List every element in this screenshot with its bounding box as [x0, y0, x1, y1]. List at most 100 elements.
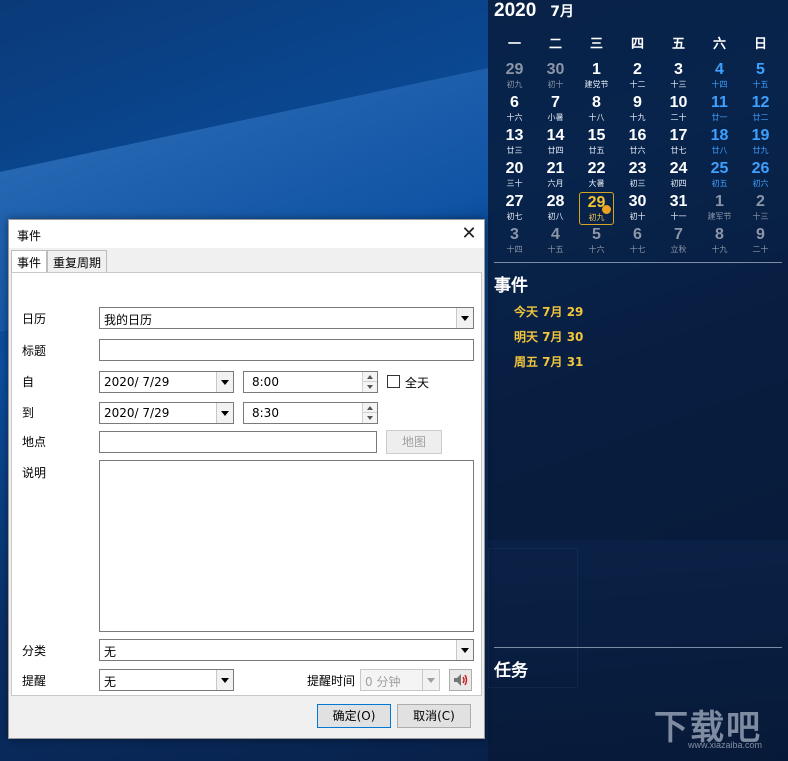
calendar-day[interactable]: 12 廿二 — [740, 93, 781, 126]
calendar-day[interactable]: 31 十一 — [658, 192, 699, 225]
day-number: 2 — [756, 193, 765, 210]
calendar-day[interactable]: 6 十六 — [494, 93, 535, 126]
calendar-day[interactable]: 9 十九 — [617, 93, 658, 126]
calendar-day[interactable]: 24 初四 — [658, 159, 699, 192]
calendar-day[interactable]: 13 廿三 — [494, 126, 535, 159]
day-number: 1 — [715, 193, 724, 210]
calendar-day[interactable]: 4 十四 — [699, 60, 740, 93]
calendar-day[interactable]: 8 十八 — [576, 93, 617, 126]
category-label: 分类 — [22, 644, 47, 658]
calendar-day[interactable]: 28 初八 — [535, 192, 576, 225]
chevron-down-icon[interactable] — [216, 372, 233, 392]
spinner-arrows[interactable] — [362, 372, 377, 392]
calendar-day[interactable]: 9 二十 — [740, 225, 781, 258]
weekday-header: 一二三四五六日 — [494, 33, 782, 52]
day-number: 3 — [674, 61, 683, 78]
calendar-day[interactable]: 21 六月 — [535, 159, 576, 192]
reminder-select[interactable]: 无 — [99, 669, 234, 691]
calendar-day[interactable]: 27 初七 — [494, 192, 535, 225]
lunar-date: 初四 — [670, 179, 687, 188]
lunar-date: 廿六 — [629, 146, 646, 155]
lunar-date: 初三 — [629, 179, 646, 188]
to-date-picker[interactable]: 2020/ 7/29 — [99, 402, 234, 424]
calendar-day[interactable]: 6 十七 — [617, 225, 658, 258]
calendar-day[interactable]: 22 大暑 — [576, 159, 617, 192]
calendar-day[interactable]: 7 立秋 — [658, 225, 699, 258]
calendar-day[interactable]: 15 廿五 — [576, 126, 617, 159]
tab-event[interactable]: 事件 — [11, 250, 48, 273]
close-icon[interactable]: ✕ — [454, 220, 484, 248]
watermark-url: www.xiazaiba.com — [688, 740, 763, 750]
from-time-spinner[interactable]: 8:00 — [243, 371, 378, 393]
calendar-day[interactable]: 4 十五 — [535, 225, 576, 258]
event-dialog: 事件 ✕ 事件 重复周期 日历 我的日历 标题 自 2020/ 7/29 8:0… — [8, 219, 485, 739]
category-select[interactable]: 无 — [99, 639, 474, 661]
divider — [494, 647, 782, 648]
weekday-label: 日 — [753, 37, 767, 52]
calendar-day[interactable]: 5 十五 — [740, 60, 781, 93]
chevron-down-icon[interactable] — [216, 403, 233, 423]
allday-checkbox[interactable] — [387, 375, 400, 388]
calendar-day[interactable]: 19 廿九 — [740, 126, 781, 159]
chevron-down-icon[interactable] — [216, 670, 233, 690]
calendar-day[interactable]: 5 十六 — [576, 225, 617, 258]
description-textarea[interactable] — [99, 460, 474, 632]
calendar-day[interactable]: 30 初十 — [617, 192, 658, 225]
calendar-year[interactable]: 2020 — [494, 0, 536, 22]
weekday-label: 二 — [548, 37, 562, 52]
calendar-day[interactable]: 10 二十 — [658, 93, 699, 126]
tab-recurrence[interactable]: 重复周期 — [47, 250, 108, 272]
calendar-day[interactable]: 16 廿六 — [617, 126, 658, 159]
calendar-day[interactable]: 1 建党节 — [576, 60, 617, 93]
to-label: 到 — [22, 406, 35, 420]
calendar-day[interactable]: 8 十九 — [699, 225, 740, 258]
calendar-day[interactable]: 23 初三 — [617, 159, 658, 192]
lunar-date: 十九 — [629, 113, 646, 122]
day-number: 19 — [751, 127, 770, 144]
map-button[interactable]: 地图 — [386, 430, 442, 454]
location-input[interactable] — [99, 431, 377, 453]
calendar-day[interactable]: 17 廿七 — [658, 126, 699, 159]
event-item-friday[interactable]: 周五 7月 31 — [514, 353, 583, 370]
calendar-day[interactable]: 26 初六 — [740, 159, 781, 192]
calendar-day-today[interactable]: 29 初九 — [579, 192, 614, 225]
calendar-month[interactable]: 7月 — [550, 1, 574, 21]
calendar-day[interactable]: 1 建军节 — [699, 192, 740, 225]
calendar-day[interactable]: 3 十四 — [494, 225, 535, 258]
calendar-day[interactable]: 20 三十 — [494, 159, 535, 192]
chevron-down-icon[interactable] — [456, 640, 473, 660]
chevron-down-icon[interactable] — [422, 670, 439, 690]
calendar-select[interactable]: 我的日历 — [99, 307, 474, 329]
event-item-today[interactable]: 今天 7月 29 — [514, 303, 583, 320]
reminder-select-value: 无 — [104, 675, 117, 689]
calendar-day[interactable]: 11 廿一 — [699, 93, 740, 126]
day-number: 12 — [751, 94, 770, 111]
lunar-date: 廿七 — [670, 146, 687, 155]
calendar-day[interactable]: 3 十三 — [658, 60, 699, 93]
from-date-picker[interactable]: 2020/ 7/29 — [99, 371, 234, 393]
to-time-spinner[interactable]: 8:30 — [243, 402, 378, 424]
to-time-value: 8:30 — [252, 406, 279, 420]
calendar-day[interactable]: 2 十二 — [617, 60, 658, 93]
reminder-time-select[interactable]: 0 分钟 — [360, 669, 440, 691]
calendar-day[interactable]: 7 小暑 — [535, 93, 576, 126]
calendar-day[interactable]: 29 初九 — [494, 60, 535, 93]
calendar-day[interactable]: 14 廿四 — [535, 126, 576, 159]
day-number: 31 — [669, 193, 688, 210]
calendar-day[interactable]: 30 初十 — [535, 60, 576, 93]
day-number: 15 — [587, 127, 606, 144]
cancel-button[interactable]: 取消(C) — [397, 704, 471, 728]
event-item-tomorrow[interactable]: 明天 7月 30 — [514, 328, 583, 345]
lunar-date: 十四 — [506, 245, 523, 254]
spinner-arrows[interactable] — [362, 403, 377, 423]
day-number: 7 — [674, 226, 683, 243]
calendar-day[interactable]: 25 初五 — [699, 159, 740, 192]
ok-button[interactable]: 确定(O) — [317, 704, 391, 728]
chevron-down-icon[interactable] — [456, 308, 473, 328]
dialog-titlebar[interactable]: 事件 ✕ — [9, 220, 484, 248]
lunar-date: 十九 — [711, 245, 728, 254]
calendar-day[interactable]: 18 廿八 — [699, 126, 740, 159]
title-input[interactable] — [99, 339, 474, 361]
calendar-day[interactable]: 2 十三 — [740, 192, 781, 225]
sound-button[interactable] — [449, 669, 472, 691]
